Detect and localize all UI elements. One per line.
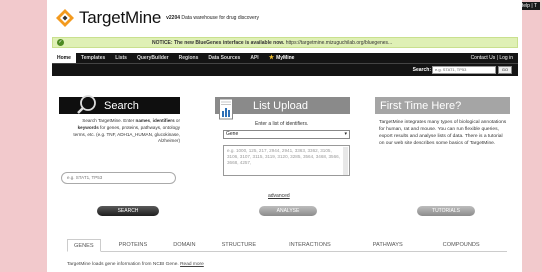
quick-search-bar: Search: e.g. STAT1, TP53 GO: [52, 63, 518, 76]
page-container: TargetMine v2204 Data warehouse for drug…: [47, 0, 522, 272]
tab-compounds[interactable]: COMPOUNDS: [443, 239, 480, 251]
quick-search-label: Search:: [412, 67, 431, 73]
list-type-select[interactable]: Gene ▾: [223, 130, 350, 139]
nav-tab-mymine[interactable]: ★ MyMine: [264, 53, 300, 63]
search-input[interactable]: e.g. STAT1, TP53: [61, 172, 176, 184]
search-desc-names: names: [135, 118, 151, 123]
notice-link[interactable]: https://targetmine.mizuguchilab.org/blue…: [286, 40, 392, 46]
nav-tab-querybuilder[interactable]: QueryBuilder: [132, 53, 174, 63]
search-panel-description: Search TargetMine. Enter names, identifi…: [67, 118, 180, 145]
tab-pathways[interactable]: PATHWAYS: [373, 239, 403, 251]
tab-structure[interactable]: STRUCTURE: [222, 239, 257, 251]
first-time-title: First Time Here?: [380, 99, 462, 112]
analyse-button[interactable]: ANALYSE: [259, 206, 317, 216]
nav-tab-templates[interactable]: Templates: [76, 53, 110, 63]
main-navbar: Home Templates Lists QueryBuilder Region…: [52, 53, 518, 63]
site-header: TargetMine v2204 Data warehouse for drug…: [55, 8, 259, 28]
tab-body-sentence: TargetMine loads gene information from N…: [67, 262, 179, 267]
nav-tab-regions[interactable]: Regions: [174, 53, 204, 63]
star-icon: ★: [268, 55, 275, 61]
search-panel-title: Search: [104, 99, 139, 112]
tutorials-button[interactable]: TUTORIALS: [417, 206, 475, 216]
mymine-label: MyMine: [276, 55, 295, 61]
list-type-value: Gene: [226, 131, 239, 137]
identifier-list-placeholder: e.g. 1000, 125, 217, 2944, 2941, 3363, 3…: [227, 148, 340, 165]
document-chart-icon: [219, 98, 233, 120]
first-time-description: TargetMine integrates many types of biol…: [379, 120, 507, 147]
nav-tab-lists[interactable]: Lists: [110, 53, 132, 63]
targetmine-logo-icon[interactable]: [55, 8, 75, 28]
notice-banner: ✓ NOTICE: The new BlueGenes interface is…: [52, 37, 518, 48]
magnifier-icon: [77, 94, 97, 114]
tab-interactions[interactable]: INTERACTIONS: [289, 239, 331, 251]
quick-search-input[interactable]: e.g. STAT1, TP53: [432, 66, 496, 74]
list-upload-panel-header: List Upload: [215, 97, 350, 114]
search-button[interactable]: SEARCH: [97, 206, 159, 216]
search-desc-intro: Search TargetMine. Enter: [82, 118, 135, 123]
contact-login-links[interactable]: Contact Us | Log in: [471, 53, 518, 63]
search-desc-or: or: [174, 118, 180, 123]
site-title: TargetMine: [79, 8, 162, 27]
read-more-link[interactable]: Read more: [180, 262, 204, 267]
tagline-text: Data warehouse for drug discovery: [181, 15, 259, 21]
textarea-scrollbar[interactable]: [343, 147, 348, 175]
list-upload-description: Enter a list of identifiers.: [255, 121, 309, 127]
advanced-link[interactable]: advanced: [268, 193, 290, 199]
tab-body-text: TargetMine loads gene information from N…: [67, 262, 204, 267]
nav-tab-api[interactable]: API: [245, 53, 263, 63]
version-label: v2204: [166, 15, 181, 21]
search-panel-header: Search: [59, 94, 180, 114]
site-tagline: v2204 Data warehouse for drug discovery: [166, 15, 259, 21]
chevron-down-icon: ▾: [344, 131, 347, 137]
category-tabs: GENES PROTEINS DOMAIN STRUCTURE INTERACT…: [67, 239, 507, 252]
notice-message: NOTICE: The new BlueGenes interface is a…: [152, 39, 285, 46]
list-upload-title: List Upload: [253, 99, 309, 112]
notice-text: NOTICE: The new BlueGenes interface is a…: [152, 40, 392, 46]
first-time-panel-header: First Time Here?: [375, 97, 510, 114]
tab-proteins[interactable]: PROTEINS: [119, 239, 148, 251]
check-circle-icon: ✓: [57, 39, 64, 46]
quick-search-go-button[interactable]: GO: [498, 66, 512, 74]
tab-domain[interactable]: DOMAIN: [173, 239, 195, 251]
identifier-list-textarea[interactable]: e.g. 1000, 125, 217, 2944, 2941, 3363, 3…: [223, 145, 350, 176]
nav-tab-data-sources[interactable]: Data Sources: [203, 53, 245, 63]
tab-genes[interactable]: GENES: [67, 239, 101, 252]
nav-tab-home[interactable]: Home: [52, 53, 76, 63]
search-desc-keywords: keywords: [77, 124, 99, 130]
search-desc-identifiers: identifiers: [152, 118, 175, 123]
